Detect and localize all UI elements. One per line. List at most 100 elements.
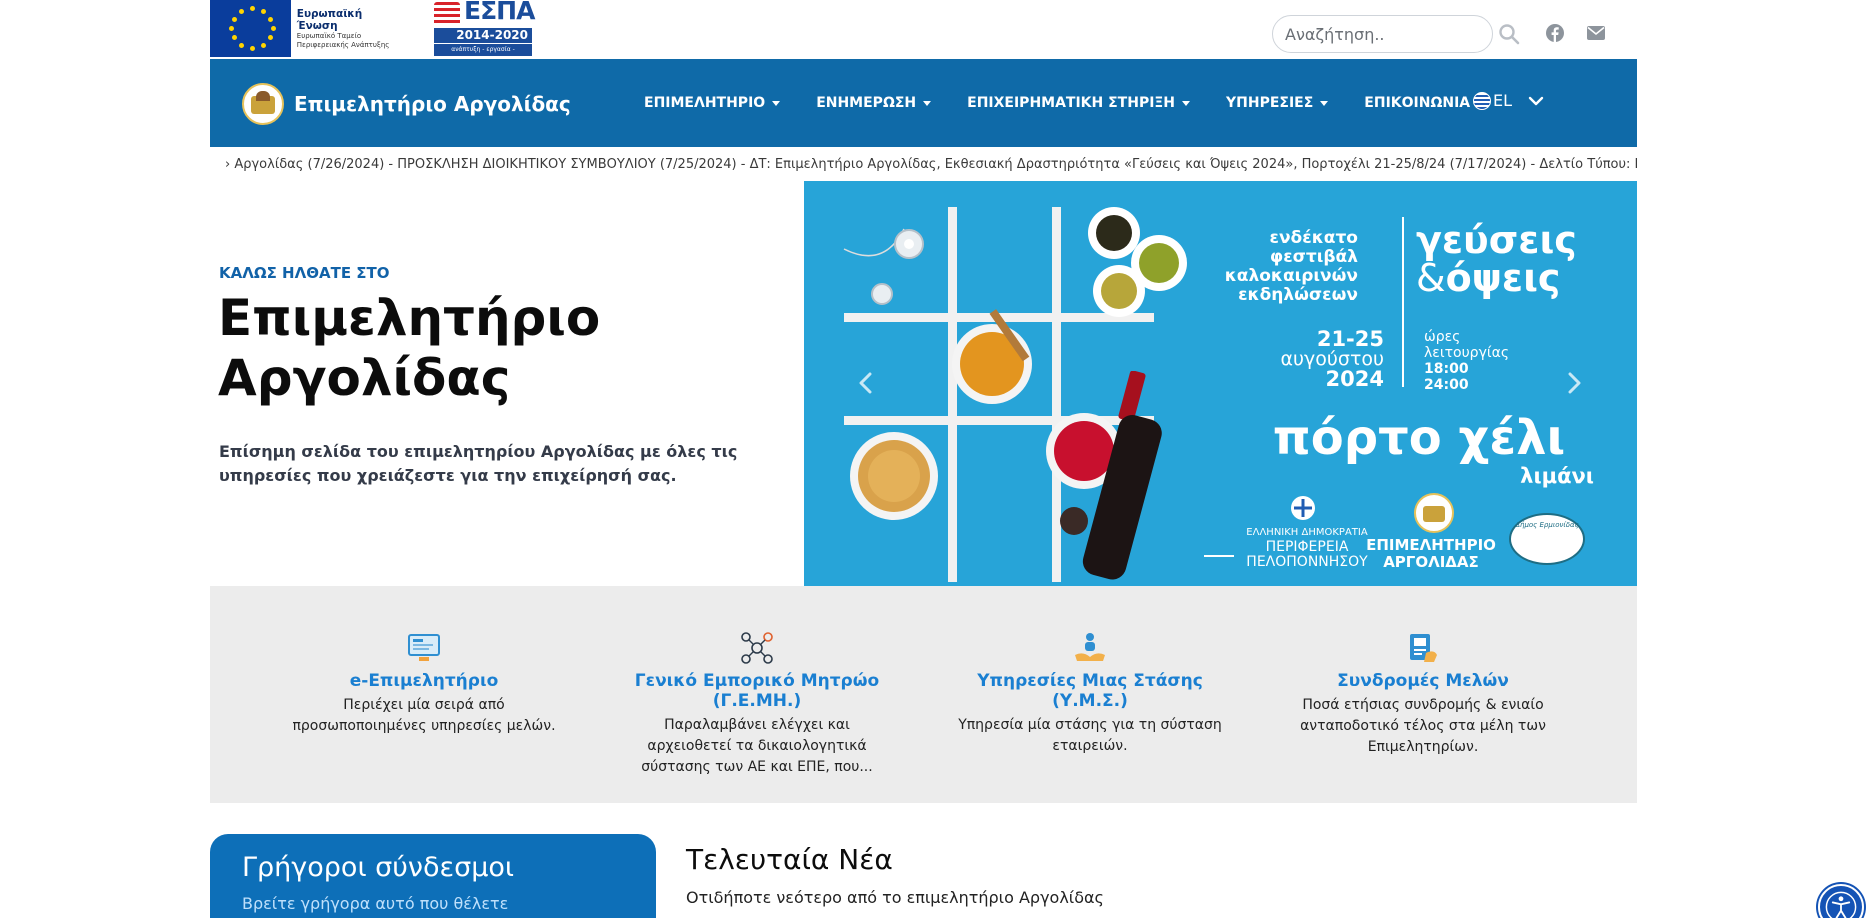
banner-hours-line2: λειτουργίας [1424,345,1510,361]
service-description: Περιέχει μία σειρά από προσωποποιημένες … [292,697,556,734]
banner-sponsor3: Δήμος Ερμιονίδας [1515,521,1579,529]
caret-down-icon [923,100,932,106]
latest-news-subtitle: Οτιδήποτε νεότερο από το επιμελητήριο Αρ… [686,888,1104,907]
language-code: EL [1493,91,1513,110]
banner-festival-line4: εκδηλώσεων [1238,285,1358,305]
latest-news-title: Τελευταία Νέα [686,843,893,876]
service-title[interactable]: Γενικό Εμπορικό Μητρώο (Γ.Ε.ΜΗ.) [607,671,907,711]
services-section: e-Επιμελητήριο Περιέχει μία σειρά από πρ… [210,586,1637,803]
helping-hand-icon [1075,633,1105,661]
quick-links-subtitle: Βρείτε γρήγορα αυτό που θέλετε [242,894,509,913]
service-card-gemi[interactable]: Γενικό Εμπορικό Μητρώο (Γ.Ε.ΜΗ.) Παραλαμ… [607,631,907,778]
facebook-icon[interactable] [1546,24,1564,42]
banner-divider [1402,217,1404,387]
banner-underline [1204,555,1234,557]
nav-menu: ΕΠΙΜΕΛΗΤΗΡΙΟ ΕΝΗΜΕΡΩΣΗ ΕΠΙΧΕΙΡΗΜΑΤΙΚΗ ΣΤ… [644,59,1506,147]
caret-down-icon [1320,100,1329,106]
nav-item-services[interactable]: ΥΠΗΡΕΣΙΕΣ [1226,95,1329,111]
banner-sponsor1-line3: ΠΕΛΟΠΟΝΝΗΣΟΥ [1246,554,1368,570]
banner-dates-line2: αυγούστου [1280,348,1384,370]
hero-section: ΚΑΛΩΣ ΗΛΘΑΤΕ ΣΤΟ Επιμελητήριο Αργολίδας … [210,181,1637,586]
service-title[interactable]: Συνδρομές Μελών [1273,671,1573,691]
brand-link[interactable]: Επιμελητήριο Αργολίδας [242,83,571,125]
computer-screen-icon [408,634,440,661]
search-icon[interactable] [1497,22,1521,46]
banner-dates-line1: 21-25 [1316,327,1384,351]
service-description: Ποσά ετήσιας συνδρομής & ενιαίο ανταποδο… [1300,697,1546,755]
greek-flag-icon [1473,91,1491,110]
municipality-logo: Δήμος Ερμιονίδας [1509,513,1585,565]
honey-jar-icon [952,309,1032,404]
banner-festival-line3: καλοκαιρινών [1224,266,1358,286]
top-bar: Ευρωπαϊκή Ένωση Ευρωπαϊκό Ταμείο Περιφερ… [210,0,1637,65]
greek-flag-icon [434,2,460,24]
accessibility-icon[interactable] [1818,884,1864,918]
hero-title-line2: Αργολίδας [218,349,511,407]
olives-bowls-icon [1088,207,1187,317]
eu-logo[interactable]: Ευρωπαϊκή Ένωση Ευρωπαϊκό Ταμείο Περιφερ… [210,0,400,57]
nav-item-business-support[interactable]: ΕΠΙΧΕΙΡΗΜΑΤΙΚΗ ΣΤΗΡΙΞΗ [967,95,1190,111]
service-title[interactable]: Υπηρεσίες Μιας Στάσης (Υ.Μ.Σ.) [940,671,1240,711]
nav-item-contact[interactable]: ΕΠΙΚΟΙΝΩΝΙΑ [1364,95,1470,111]
brand-name: Επιμελητήριο Αργολίδας [294,92,571,116]
eu-logo-line2: Περιφερειακής Ανάπτυξης [296,40,390,49]
chevron-down-icon[interactable] [1528,95,1544,107]
caret-down-icon [772,100,781,106]
chamber-logo-icon [242,83,284,125]
eu-logo-line1: Ευρωπαϊκό Ταμείο [296,31,362,40]
eu-flag-icon [210,0,291,57]
banner-festival-line1: ενδέκατο [1269,228,1358,248]
nav-item-label: ΕΠΙΜΕΛΗΤΗΡΙΟ [644,95,766,111]
banner-sponsor1-line2: ΠΕΡΙΦΕΡΕΙΑ [1265,539,1349,555]
language-selector[interactable]: EL [1473,91,1544,110]
hero-subtitle: Επίσημη σελίδα του επιμελητηρίου Αργολίδ… [219,442,738,485]
banner-sponsor2-line1: ΕΠΙΜΕΛΗΤΗΡΙΟ [1366,536,1496,554]
envelope-icon[interactable] [1587,26,1605,40]
member-card-icon [1410,634,1437,662]
news-ticker[interactable]: › Αργολίδας (7/26/2024) - ΠΡΟΣΚΛΗΣΗ ΔΙΟΙ… [210,147,1637,181]
banner-hours-line4: 24:00 [1424,377,1469,393]
carousel-prev-icon[interactable] [856,371,876,395]
eu-logo-title: Ευρωπαϊκή Ένωση [296,7,363,32]
jewelry-icon [843,228,924,305]
nav-item-chamber[interactable]: ΕΠΙΜΕΛΗΤΗΡΙΟ [644,95,781,111]
espa-logo-years: 2014-2020 [434,28,532,43]
wine-bottle-icon [1046,371,1162,580]
nav-item-label: ΥΠΗΡΕΣΙΕΣ [1226,95,1314,111]
hero-title-line1: Επιμελητήριο [218,289,601,347]
banner-name-line1: γεύσεις [1416,218,1577,262]
network-people-icon [741,632,773,664]
caret-down-icon [1182,100,1190,106]
nav-item-label: ΕΝΗΜΕΡΩΣΗ [816,95,917,111]
ticker-text[interactable]: › Αργολίδας (7/26/2024) - ΠΡΟΣΚΛΗΣΗ ΔΙΟΙ… [225,157,1637,172]
banner-sponsor2-line2: ΑΡΓΟΛΙΔΑΣ [1383,553,1479,571]
hero-carousel-banner[interactable]: ενδέκατο φεστιβάλ καλοκαιρινών εκδηλώσεω… [804,181,1637,586]
hero-kicker: ΚΑΛΩΣ ΗΛΘΑΤΕ ΣΤΟ [219,264,390,282]
espa-logo[interactable]: ΕΣΠΑ 2014-2020 ανάπτυξη - εργασία - αλλη… [434,0,535,65]
banner-sponsor1-line1: ΕΛΛΗΝΙΚΗ ΔΗΜΟΚΡΑΤΙΑ [1246,527,1368,538]
espa-logo-motto: ανάπτυξη - εργασία - αλληλεγγύη [434,44,532,65]
banner-dates-line3: 2024 [1325,367,1384,391]
banner-name-amp: & [1416,256,1446,300]
hero-text: ΚΑΛΩΣ ΗΛΘΑΤΕ ΣΤΟ Επιμελητήριο Αργολίδας … [210,181,804,586]
beer-glass-icon [850,432,938,520]
service-card-membership[interactable]: Συνδρομές Μελών Ποσά ετήσιας συνδρομής &… [1273,631,1573,758]
main-navbar: Επιμελητήριο Αργολίδας ΕΠΙΜΕΛΗΤΗΡΙΟ ΕΝΗΜ… [210,59,1637,147]
quick-links-panel: Γρήγοροι σύνδεσμοι Βρείτε γρήγορα αυτό π… [210,834,656,918]
service-description: Υπηρεσία μία στάσης για τη σύσταση εταιρ… [958,717,1222,754]
service-title[interactable]: e-Επιμελητήριο [274,671,574,691]
chamber-logo-icon [1414,493,1454,533]
search-input[interactable] [1272,15,1493,53]
service-description: Παραλαμβάνει ελέγχει και αρχειοθετεί τα … [641,717,873,775]
service-card-one-stop[interactable]: Υπηρεσίες Μιας Στάσης (Υ.Μ.Σ.) Υπηρεσία … [940,631,1240,757]
hero-title: Επιμελητήριο Αργολίδας [218,288,778,408]
banner-festival-line2: φεστιβάλ [1269,247,1358,267]
service-card-e-chamber[interactable]: e-Επιμελητήριο Περιέχει μία σειρά από πρ… [274,631,574,737]
nav-item-label: ΕΠΙΧΕΙΡΗΜΑΤΙΚΗ ΣΤΗΡΙΞΗ [967,95,1175,111]
banner-place: πόρτο χέλι [1272,410,1566,466]
banner-hours-line3: 18:00 [1424,361,1469,377]
nav-item-news[interactable]: ΕΝΗΜΕΡΩΣΗ [816,95,932,111]
banner-hours-line1: ώρες [1424,329,1461,345]
espa-logo-word: ΕΣΠΑ [464,0,535,25]
carousel-next-icon[interactable] [1564,371,1584,395]
